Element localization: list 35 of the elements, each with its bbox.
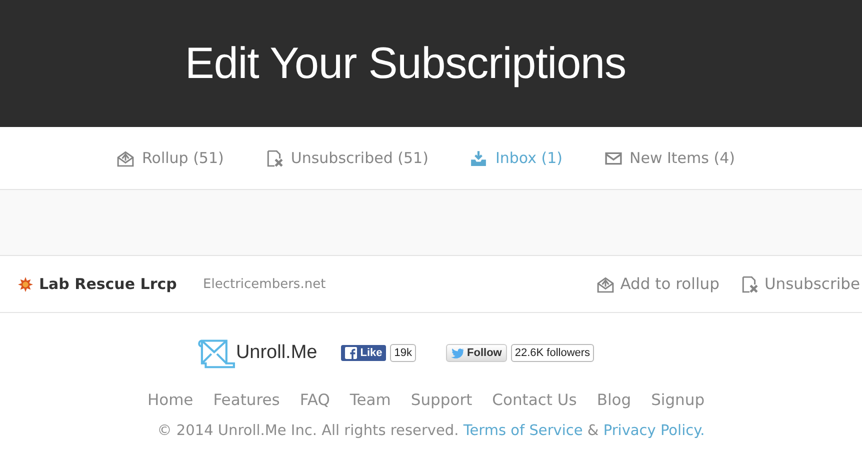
like-button[interactable]: Like — [341, 345, 386, 361]
footer-link[interactable]: Features — [213, 391, 280, 409]
sender-domain: Electricembers.net — [203, 276, 326, 292]
follower-count: 22.6K followers — [510, 344, 594, 362]
terms-link[interactable]: Terms of Service — [463, 423, 583, 439]
tab[interactable]: Unsubscribed (51) — [266, 149, 428, 167]
logo-text: Unroll.Me — [236, 342, 318, 364]
tab[interactable]: New Items (4) — [604, 149, 735, 167]
footer-link[interactable]: Contact Us — [492, 391, 577, 409]
footer-link[interactable]: Signup — [651, 391, 705, 409]
envelope-icon — [604, 150, 622, 166]
envelope-icon — [117, 150, 134, 166]
footer-link[interactable]: Blog — [596, 391, 632, 409]
footer-link[interactable]: Support — [410, 391, 472, 409]
follow-button[interactable]: Follow — [446, 344, 507, 362]
like-count: 19k — [390, 344, 416, 362]
footer-link[interactable]: Home — [147, 391, 194, 409]
tab[interactable]: Inbox (1) — [470, 149, 562, 167]
document-x-icon — [266, 150, 283, 166]
privacy-link[interactable]: Privacy Policy. — [603, 423, 705, 439]
action-link[interactable]: Unsubscribe — [741, 275, 860, 293]
action-link[interactable]: Add to rollup — [597, 275, 720, 293]
sun-icon — [18, 276, 33, 292]
sender-name: Lab Rescue Lrcp — [39, 275, 178, 293]
copyright-text: © 2014 Unroll.Me Inc. All rights reserved. Terms of Service & Privacy Policy. — [156, 423, 706, 439]
document-x-icon — [741, 276, 758, 292]
envelope-scroll-icon — [198, 337, 236, 369]
bird-icon — [451, 348, 464, 358]
footer-link[interactable]: Team — [350, 391, 391, 409]
download-tray-icon — [470, 150, 488, 166]
envelope-icon — [597, 276, 614, 292]
page-title: Edit Your Subscriptions — [185, 38, 626, 88]
facebook-icon — [345, 347, 358, 359]
footer-link[interactable]: FAQ — [300, 391, 330, 409]
tab[interactable]: Rollup (51) — [117, 149, 224, 167]
